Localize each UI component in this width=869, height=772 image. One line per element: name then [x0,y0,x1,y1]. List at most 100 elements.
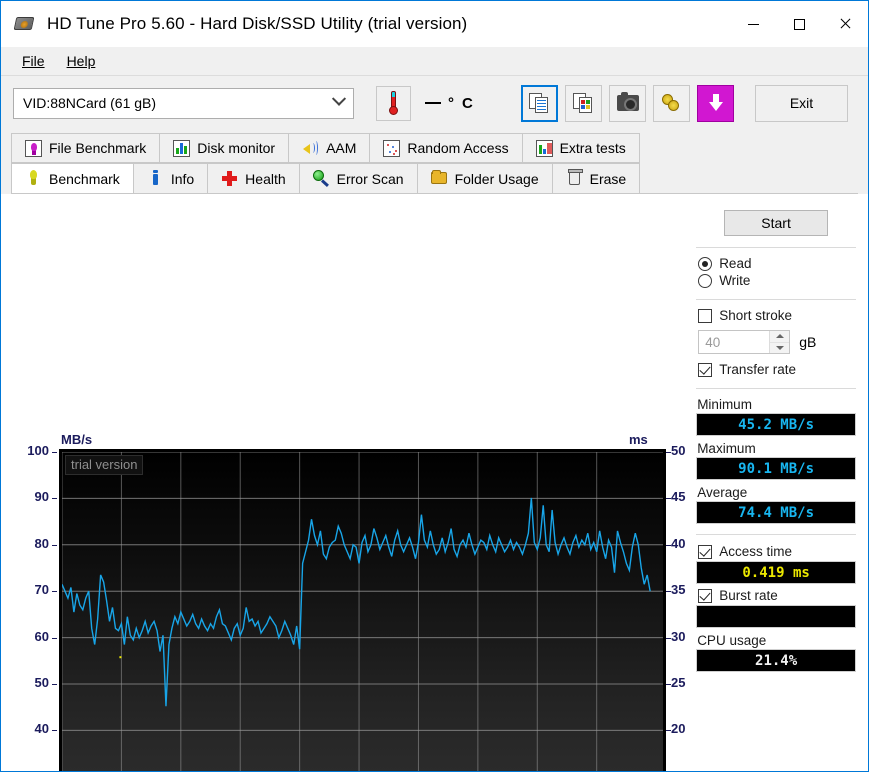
tab-folder-usage[interactable]: Folder Usage [417,163,553,193]
checkbox-burst-rate[interactable]: Burst rate [698,588,856,603]
burst-rate-checkbox [698,589,712,603]
start-button-label: Start [761,215,791,231]
axis-tick [52,684,57,685]
radio-write-label: Write [719,273,750,288]
radio-write[interactable]: Write [698,273,856,288]
copy-image-button[interactable] [565,85,602,122]
title-bar: HD Tune Pro 5.60 - Hard Disk/SSD Utility… [1,0,868,47]
window-title: HD Tune Pro 5.60 - Hard Disk/SSD Utility… [47,14,467,34]
copy-text-button[interactable] [521,85,558,122]
checkbox-short-stroke[interactable]: Short stroke [698,308,856,323]
trial-watermark: trial version [65,455,143,475]
tab-file-benchmark-label: File Benchmark [49,140,146,156]
file-benchmark-icon [25,140,42,157]
short-stroke-value: 40 [705,335,720,350]
axis-tick [666,545,671,546]
stepper-down-button[interactable] [770,342,789,354]
screenshot-button[interactable] [609,85,646,122]
minimize-icon [748,24,759,25]
axis-tick [666,591,671,592]
tab-error-scan-label: Error Scan [337,171,404,187]
temperature-degree: ° [448,95,455,112]
checkbox-access-time[interactable]: Access time [698,544,856,559]
hd-tune-window: HD Tune Pro 5.60 - Hard Disk/SSD Utility… [0,0,869,772]
toolbar: VID:88NCard (61 gB) ° C [1,76,868,130]
tab-row-primary: Benchmark Info Health Error Scan Folder … [11,163,858,193]
axis-tick [666,638,671,639]
tab-erase-label: Erase [590,171,627,187]
access-time-label: Access time [719,544,792,559]
chevron-down-icon [332,92,346,106]
temperature-button[interactable] [376,86,411,121]
close-button[interactable] [822,1,868,47]
axis-tick [666,498,671,499]
y2-tick-50: 50 [671,443,705,458]
tab-info-label: Info [171,171,194,187]
chart-plot-area: trial version [59,452,663,772]
short-stroke-stepper[interactable]: 40 [698,330,790,354]
minimum-value: 45.2 MB/s [696,413,856,436]
y2-tick-20: 20 [671,721,705,736]
exit-button[interactable]: Exit [755,85,848,122]
y-tick-70: 70 [19,582,49,597]
save-button[interactable] [697,85,734,122]
short-stroke-size-row: 40 gB [698,330,856,354]
disk-monitor-icon [173,140,190,157]
tab-random-access[interactable]: Random Access [369,133,522,163]
tab-file-benchmark[interactable]: File Benchmark [11,133,160,163]
y-tick-90: 90 [19,489,49,504]
access-time-checkbox [698,545,712,559]
burst-rate-value [696,605,856,628]
health-cross-icon [221,170,238,187]
short-stroke-checkbox [698,309,712,323]
cpu-usage-value: 21.4% [696,649,856,672]
radio-read[interactable]: Read [698,256,856,271]
menu-file[interactable]: File [11,50,56,72]
tab-error-scan[interactable]: Error Scan [299,163,418,193]
toolbar-buttons: Exit [521,85,848,122]
drive-select[interactable]: VID:88NCard (61 gB) [13,88,354,119]
cpu-usage-label: CPU usage [697,633,856,648]
tab-aam-label: AAM [326,140,356,156]
tab-row-secondary: File Benchmark Disk monitor AAM [11,133,858,163]
window-controls [730,1,868,47]
short-stroke-label: Short stroke [719,308,792,323]
tab-extra-tests[interactable]: Extra tests [522,133,640,163]
y-tick-40: 40 [19,721,49,736]
temperature-value-dash [425,102,441,104]
axis-tick [52,452,57,453]
average-value: 74.4 MB/s [696,501,856,524]
chevron-up-icon [776,334,784,338]
magnifier-icon [313,170,330,187]
y2-tick-15: 15 [671,768,705,772]
download-arrow-icon [709,94,723,112]
extra-tests-icon [536,140,553,157]
checkbox-transfer-rate[interactable]: Transfer rate [698,362,856,377]
tab-health-label: Health [245,171,285,187]
radio-read-indicator [698,257,712,271]
tab-disk-monitor[interactable]: Disk monitor [159,133,289,163]
axis-tick [52,638,57,639]
tab-health[interactable]: Health [207,163,299,193]
tab-aam[interactable]: AAM [288,133,370,163]
start-button[interactable]: Start [724,210,828,236]
y-tick-60: 60 [19,629,49,644]
maximize-button[interactable] [776,1,822,47]
menu-help[interactable]: Help [56,50,107,72]
minimize-button[interactable] [730,1,776,47]
copy-image-icon [573,93,594,114]
stepper-buttons[interactable] [769,331,789,353]
folder-icon [431,170,448,187]
axis-tick [666,452,671,453]
tab-random-access-label: Random Access [407,140,508,156]
tab-extra-tests-label: Extra tests [560,140,626,156]
random-access-icon [383,140,400,157]
tab-benchmark[interactable]: Benchmark [11,163,134,193]
y-tick-100: 100 [19,443,49,458]
y2-tick-25: 25 [671,675,705,690]
stepper-up-button[interactable] [770,331,789,342]
tab-erase[interactable]: Erase [552,163,641,193]
tab-info[interactable]: Info [133,163,208,193]
settings-button[interactable] [653,85,690,122]
access-time-outlier [119,656,121,658]
